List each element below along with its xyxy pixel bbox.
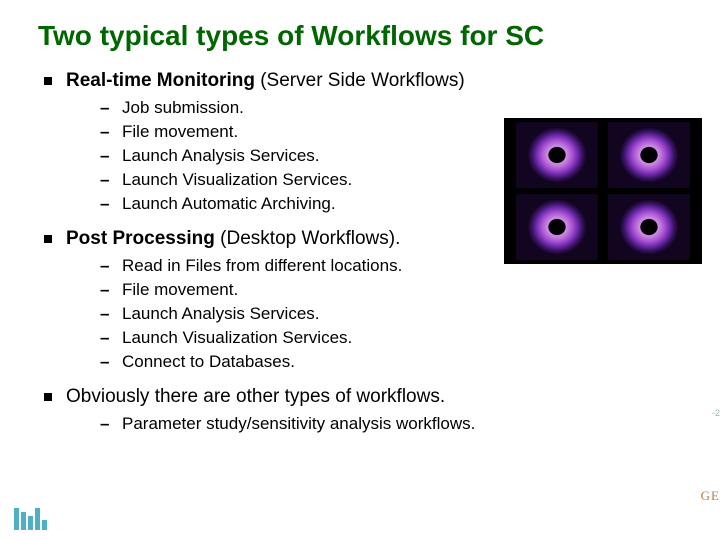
figure-panel <box>608 122 690 188</box>
figure-caption <box>602 188 604 194</box>
slide: Two typical types of Workflows for SC Re… <box>0 0 720 540</box>
sub-item: File movement. <box>100 280 720 300</box>
sub-item: Launch Analysis Services. <box>100 304 720 324</box>
figure-panel <box>608 194 690 260</box>
simulation-figure <box>504 118 702 264</box>
edge-label: GE <box>701 488 720 504</box>
figure-panel <box>516 122 598 188</box>
bullet-label-bold: Post Processing <box>66 228 215 249</box>
org-logo-icon <box>14 504 50 530</box>
figure-panel <box>516 194 598 260</box>
bullet-item: Obviously there are other types of workf… <box>38 386 720 434</box>
edge-number: -2 <box>712 408 720 418</box>
figure-caption <box>602 118 604 124</box>
sub-item: Parameter study/sensitivity analysis wor… <box>100 414 720 434</box>
sub-list: Parameter study/sensitivity analysis wor… <box>100 414 720 434</box>
bullet-label-rest: Obviously there are other types of workf… <box>66 386 445 407</box>
sub-item: Connect to Databases. <box>100 352 720 372</box>
sub-item: Launch Visualization Services. <box>100 328 720 348</box>
sub-list: Read in Files from different locations. … <box>100 256 720 372</box>
sub-item: Job submission. <box>100 98 720 118</box>
bullet-label-rest: (Desktop Workflows). <box>215 228 400 249</box>
bullet-label-bold: Real-time Monitoring <box>66 70 255 91</box>
slide-title: Two typical types of Workflows for SC <box>38 20 720 52</box>
bullet-label-rest: (Server Side Workflows) <box>255 70 465 91</box>
